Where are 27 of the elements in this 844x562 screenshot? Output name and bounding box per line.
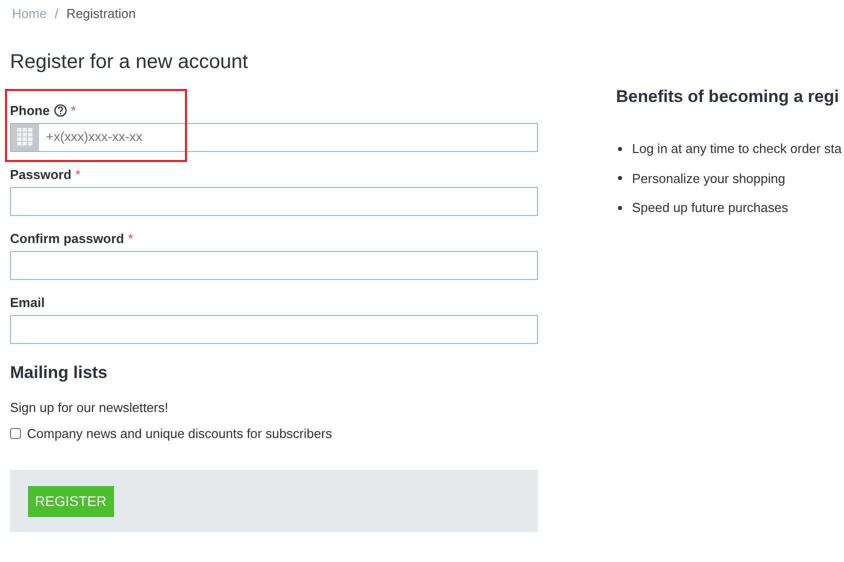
newsletter-intro: Sign up for our newsletters! [10, 399, 170, 417]
field-label: Email [10, 294, 45, 312]
password-field[interactable] [10, 186, 538, 216]
register-button[interactable]: REGISTER [28, 486, 114, 516]
page-title: Register for a new account [10, 50, 249, 74]
bullet-icon [618, 176, 622, 180]
field-label: Phone [10, 102, 50, 120]
section-heading: Mailing lists [10, 362, 108, 384]
benefit-item: Speed up future purchases [632, 199, 788, 217]
bullet-icon [618, 146, 622, 151]
field-label: Confirm password [10, 230, 124, 248]
benefits-heading: Benefits of becoming a regi [616, 86, 840, 108]
breadcrumb-link[interactable]: Home [12, 4, 47, 24]
checkbox-label: Company news and unique discounts for subscribers [27, 424, 332, 443]
required-mark: * [128, 230, 134, 248]
field-label: Password [10, 166, 72, 184]
email-field[interactable] [10, 314, 538, 344]
required-mark: * [70, 102, 76, 120]
benefit-item: Personalize your shopping [632, 170, 786, 188]
newsletter-checkbox[interactable] [10, 428, 21, 439]
bullet-icon [618, 206, 622, 210]
password-field[interactable] [10, 250, 538, 280]
benefit-item: Log in at any time to check order sta [632, 140, 842, 158]
breadcrumb-separator: / [54, 5, 58, 23]
help-icon[interactable] [54, 104, 67, 117]
required-mark: * [75, 166, 80, 184]
breadcrumb-current[interactable]: Registration [66, 4, 136, 24]
